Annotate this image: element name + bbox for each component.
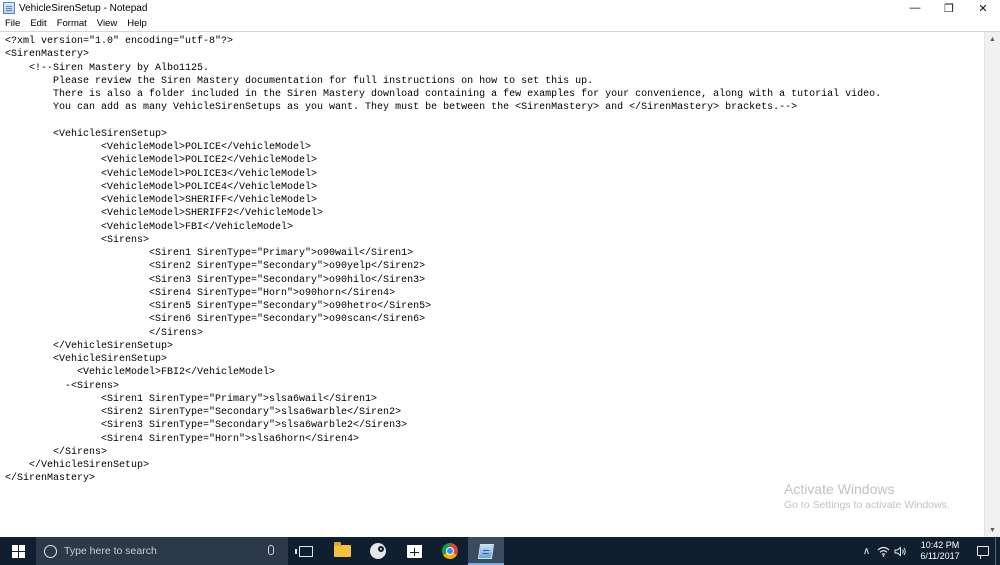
editor-line: <VehicleModel>POLICE</VehicleModel> — [5, 142, 312, 153]
editor-line: <Siren1 SirenType="Primary">slsa6wail</S… — [5, 393, 378, 405]
cortana-search-icon — [44, 544, 57, 558]
notepad-taskbar-button[interactable] — [468, 537, 504, 565]
task-view-button[interactable] — [288, 537, 324, 565]
editor-line: <Siren6 SirenType="Secondary">o90scan</S… — [5, 314, 426, 326]
steam-button[interactable] — [360, 537, 396, 565]
window-title: VehicleSirenSetup - Notepad — [19, 2, 148, 14]
microphone-icon[interactable] — [268, 545, 274, 555]
notification-icon — [977, 546, 989, 559]
editor-line: </Sirens> — [5, 446, 108, 458]
editor-line: </Sirens> — [5, 327, 204, 339]
editor-line: <VehicleModel>POLICE3</VehicleModel> — [5, 168, 318, 180]
editor-line: <!--Siren Mastery by Albo1125. — [5, 62, 210, 74]
minimize-button[interactable]: — — [898, 0, 932, 16]
notepad-icon — [3, 2, 15, 14]
text-editor[interactable]: <?xml version="1.0" encoding="utf-8"?> <S… — [0, 31, 1000, 537]
folder-icon — [333, 542, 351, 557]
editor-line: <Siren3 SirenType="Secondary">slsa6warbl… — [5, 420, 408, 432]
editor-line: <Siren1 SirenType="Primary">o90wail</Sir… — [5, 248, 414, 259]
store-bag-icon — [406, 544, 422, 558]
title-bar: VehicleSirenSetup - Notepad — ❐ ✕ — [0, 0, 1000, 16]
windows-logo-icon — [11, 544, 25, 558]
editor-line: Please review the Siren Mastery document… — [5, 75, 594, 87]
editor-line: <VehicleSirenSetup> — [5, 354, 168, 365]
editor-line: <Siren4 SirenType="Horn">o90horn</Siren4… — [5, 287, 396, 299]
clock-date: 6/11/2017 — [920, 551, 960, 561]
watermark-title: Activate Windows — [784, 481, 895, 497]
maximize-button[interactable]: ❐ — [932, 0, 966, 16]
window-controls: — ❐ ✕ — [898, 0, 1000, 16]
menu-format[interactable]: Format — [52, 16, 92, 31]
chrome-icon — [442, 543, 458, 559]
taskbar-search-box[interactable]: Type here to search — [36, 537, 288, 565]
vertical-scrollbar[interactable]: ▲ ▼ — [984, 32, 1000, 537]
steam-icon — [370, 543, 386, 559]
editor-line: -<Sirens> — [5, 380, 120, 392]
menu-view[interactable]: View — [92, 16, 122, 31]
taskbar: Type here to search ∧ 10:42 PM 6/11/2017 — [0, 537, 1000, 565]
editor-line: <Siren4 SirenType="Horn">slsa6horn</Sire… — [5, 433, 360, 445]
menu-edit[interactable]: Edit — [25, 16, 51, 31]
menu-bar: File Edit Format View Help — [0, 16, 1000, 31]
editor-line: <Siren2 SirenType="Secondary">o90yelp</S… — [5, 261, 426, 273]
scroll-down-arrow-icon[interactable]: ▼ — [985, 523, 1000, 537]
volume-icon[interactable] — [892, 537, 909, 565]
action-center-button[interactable] — [971, 537, 995, 565]
editor-line: <VehicleSirenSetup> — [5, 128, 168, 140]
editor-line: <Sirens> — [5, 234, 150, 246]
editor-line: There is also a folder included in the S… — [5, 89, 882, 100]
editor-line: </VehicleSirenSetup> — [5, 340, 174, 352]
start-button[interactable] — [0, 537, 36, 565]
menu-file[interactable]: File — [0, 16, 25, 31]
editor-content[interactable]: <?xml version="1.0" encoding="utf-8"?> <S… — [5, 35, 984, 486]
editor-line: <Siren2 SirenType="Secondary">slsa6warbl… — [5, 407, 402, 418]
editor-line: <?xml version="1.0" encoding="utf-8"?> — [5, 36, 234, 47]
store-button[interactable] — [396, 537, 432, 565]
editor-line: <Siren3 SirenType="Secondary">o90hilo</S… — [5, 274, 426, 286]
editor-line: <VehicleModel>POLICE4</VehicleModel> — [5, 181, 318, 193]
search-placeholder: Type here to search — [64, 545, 157, 557]
editor-line: </VehicleSirenSetup> — [5, 460, 150, 471]
menu-help[interactable]: Help — [122, 16, 152, 31]
editor-line: <VehicleModel>FBI</VehicleModel> — [5, 221, 294, 233]
file-explorer-button[interactable] — [324, 537, 360, 565]
network-icon[interactable] — [875, 537, 892, 565]
editor-line: <SirenMastery> — [5, 49, 90, 61]
editor-line: <VehicleModel>FBI2</VehicleModel> — [5, 367, 276, 379]
watermark-subtitle: Go to Settings to activate Windows. — [784, 499, 950, 511]
task-view-icon — [295, 545, 313, 557]
show-hidden-icons-chevron-icon[interactable]: ∧ — [858, 537, 875, 565]
activate-windows-watermark: Activate Windows Go to Settings to activ… — [784, 480, 950, 513]
editor-line: <VehicleModel>SHERIFF</VehicleModel> — [5, 195, 318, 206]
editor-line: You can add as many VehicleSirenSetups a… — [5, 102, 798, 114]
editor-line: <Siren5 SirenType="Secondary">o90hetro</… — [5, 301, 432, 312]
show-desktop-button[interactable] — [995, 537, 1000, 565]
editor-line: <VehicleModel>POLICE2</VehicleModel> — [5, 155, 318, 167]
close-button[interactable]: ✕ — [966, 0, 1000, 16]
scroll-up-arrow-icon[interactable]: ▲ — [985, 32, 1000, 47]
system-tray: ∧ 10:42 PM 6/11/2017 — [858, 537, 1000, 565]
clock-time: 10:42 PM — [920, 540, 960, 550]
clock[interactable]: 10:42 PM 6/11/2017 — [909, 540, 971, 562]
chrome-button[interactable] — [432, 537, 468, 565]
editor-line: <VehicleModel>SHERIFF2</VehicleModel> — [5, 208, 324, 220]
notepad-icon — [477, 543, 495, 559]
